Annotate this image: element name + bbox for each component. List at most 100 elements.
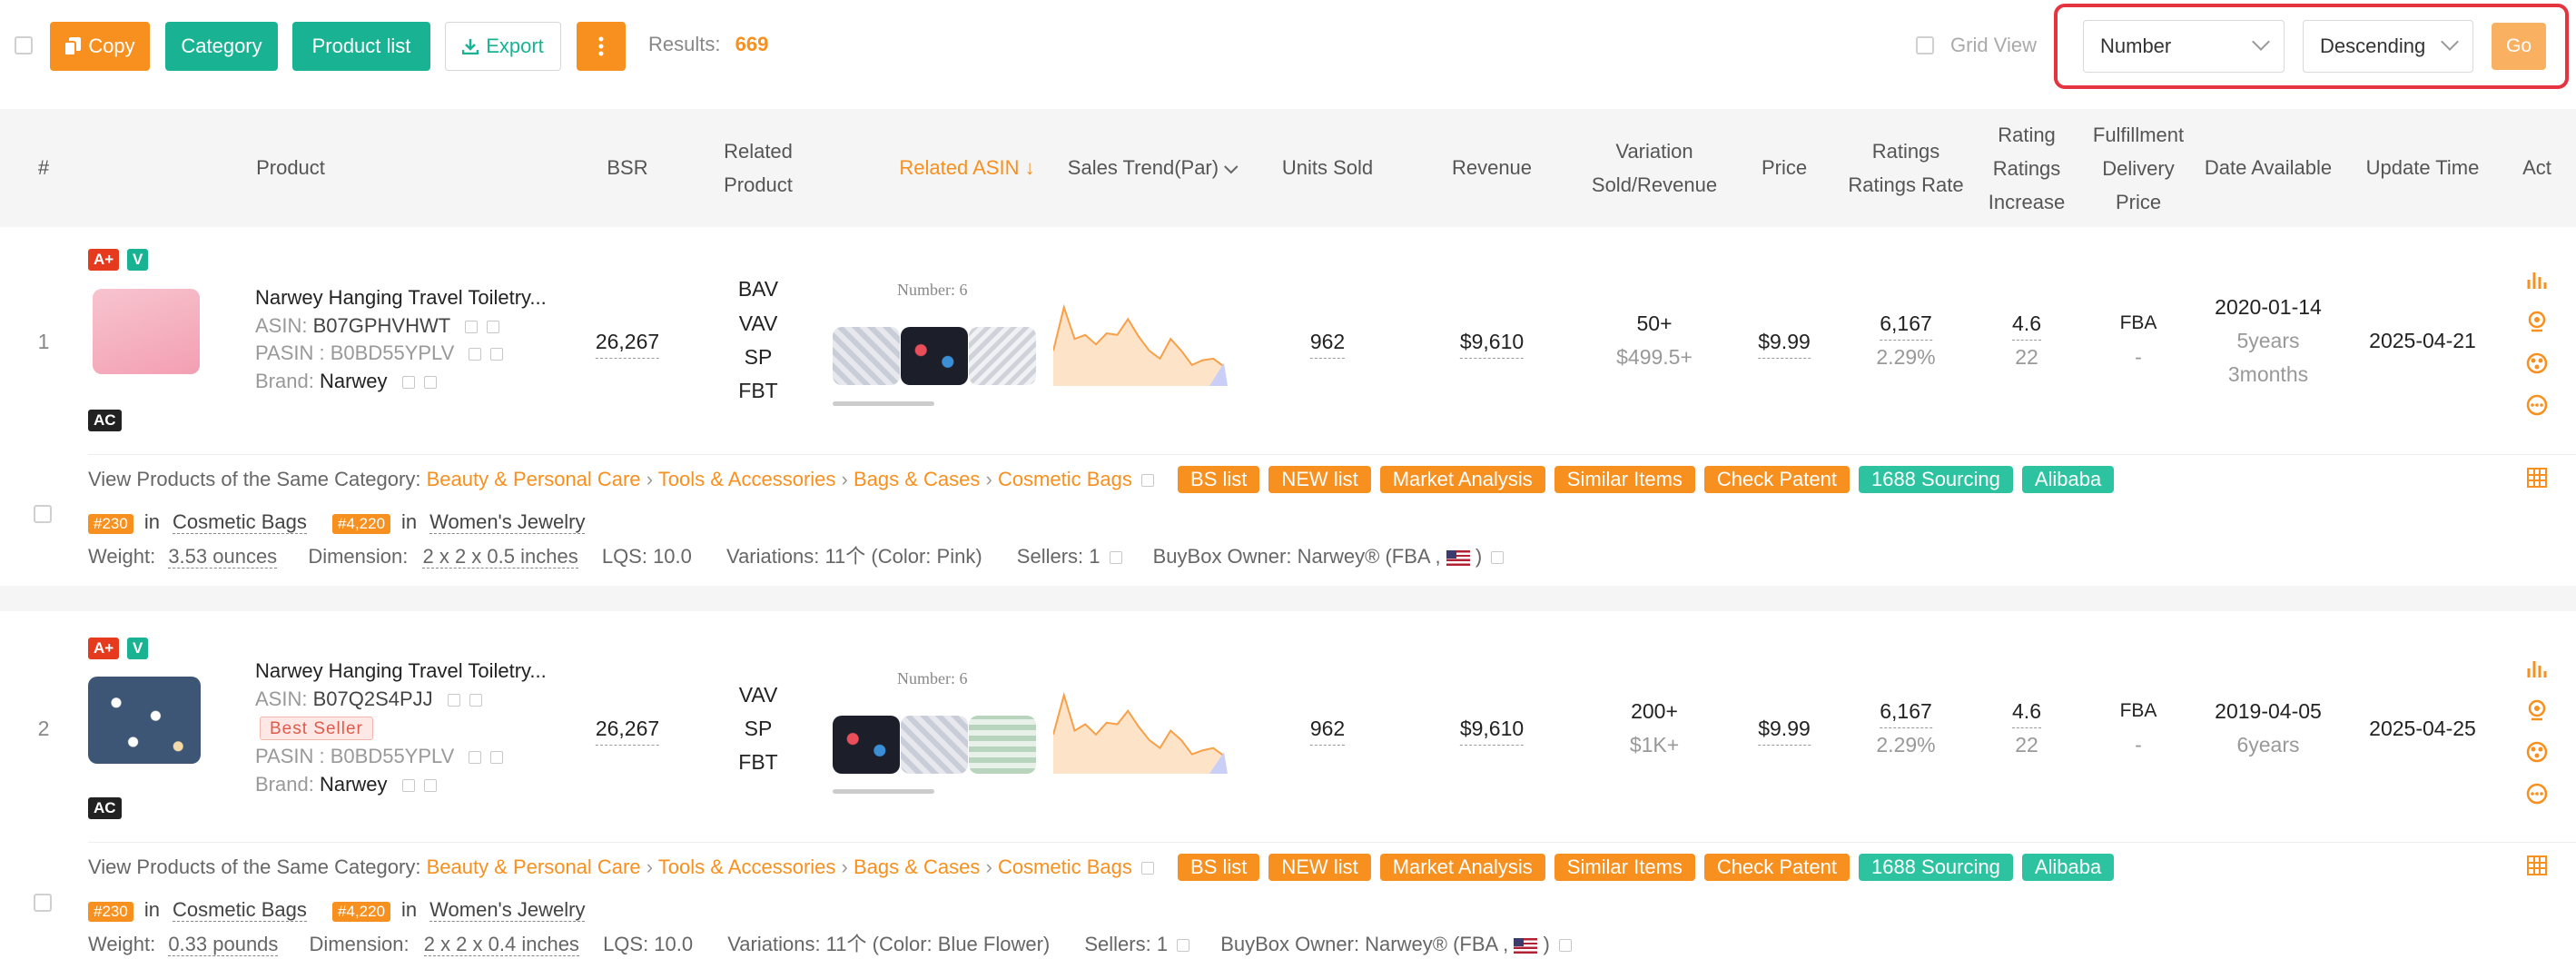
- bs-list-tag[interactable]: BS list: [1178, 854, 1260, 881]
- similar-items-tag[interactable]: Similar Items: [1554, 466, 1695, 493]
- table-icon[interactable]: [2524, 853, 2550, 878]
- bar-chart-icon[interactable]: [2524, 656, 2550, 681]
- category-crumb[interactable]: Beauty & Personal Care: [427, 855, 641, 878]
- related-asin-image[interactable]: [901, 327, 968, 385]
- category-crumb[interactable]: Cosmetic Bags: [998, 855, 1132, 878]
- related-type-fbt[interactable]: FBT: [738, 374, 777, 407]
- related-asin-image[interactable]: [969, 327, 1036, 385]
- row-checkbox[interactable]: [34, 894, 52, 912]
- related-type-sp[interactable]: SP: [745, 712, 773, 745]
- related-type-vav[interactable]: VAV: [739, 307, 778, 340]
- cluster-icon[interactable]: [2524, 351, 2550, 376]
- asin-value[interactable]: B07Q2S4PJJ: [313, 687, 433, 710]
- product-title[interactable]: Narwey Hanging Travel Toiletry...: [255, 658, 547, 685]
- rank-category[interactable]: Cosmetic Bags: [172, 510, 307, 534]
- external-link-icon[interactable]: [1177, 939, 1190, 953]
- rank-category[interactable]: Women's Jewelry: [429, 510, 586, 534]
- location-pin-icon[interactable]: [2524, 309, 2550, 334]
- external-link-icon[interactable]: [469, 694, 482, 707]
- external-link-icon[interactable]: [486, 321, 499, 334]
- more-horizontal-icon[interactable]: [2524, 781, 2550, 806]
- external-link-icon[interactable]: [1109, 551, 1122, 565]
- copy-icon[interactable]: [469, 348, 482, 361]
- check-patent-tag[interactable]: Check Patent: [1703, 854, 1850, 881]
- product-image[interactable]: [88, 677, 201, 764]
- category-crumb[interactable]: Tools & Accessories: [658, 468, 836, 490]
- alibaba-tag[interactable]: Alibaba: [2021, 854, 2115, 881]
- external-link-icon[interactable]: [1558, 939, 1572, 953]
- category-crumb[interactable]: Tools & Accessories: [658, 855, 836, 878]
- more-horizontal-icon[interactable]: [2524, 392, 2550, 418]
- export-button[interactable]: Export: [445, 22, 561, 71]
- copy-icon[interactable]: [464, 321, 478, 334]
- sourcing-1688-tag[interactable]: 1688 Sourcing: [1858, 466, 2013, 493]
- go-button[interactable]: Go: [2492, 23, 2546, 70]
- col-date-available[interactable]: Date Available: [2205, 151, 2332, 184]
- product-image[interactable]: [93, 289, 200, 374]
- cluster-icon[interactable]: [2524, 739, 2550, 765]
- new-list-tag[interactable]: NEW list: [1268, 854, 1371, 881]
- related-type-bav[interactable]: BAV: [738, 272, 778, 305]
- related-scrollbar[interactable]: [833, 789, 934, 794]
- col-sales-trend[interactable]: Sales Trend(Par): [1068, 151, 1239, 184]
- related-type-fbt[interactable]: FBT: [738, 746, 777, 778]
- copy-icon[interactable]: [447, 694, 460, 707]
- asin-value[interactable]: B07GPHVHWT: [313, 314, 450, 337]
- similar-items-tag[interactable]: Similar Items: [1554, 854, 1695, 881]
- external-link-icon[interactable]: [423, 779, 437, 793]
- product-title[interactable]: Narwey Hanging Travel Toiletry...: [255, 284, 547, 311]
- related-asin-image[interactable]: [969, 716, 1036, 774]
- new-list-tag[interactable]: NEW list: [1268, 466, 1371, 493]
- col-related-asin[interactable]: Related ASIN ↓: [899, 151, 1034, 184]
- col-revenue[interactable]: Revenue: [1452, 151, 1532, 184]
- related-scrollbar[interactable]: [833, 401, 934, 406]
- location-pin-icon[interactable]: [2524, 697, 2550, 723]
- copy-button[interactable]: Copy: [50, 22, 150, 71]
- grid-view-checkbox[interactable]: [1916, 36, 1934, 54]
- brand-value[interactable]: Narwey: [320, 370, 388, 392]
- col-price[interactable]: Price: [1762, 151, 1807, 184]
- sourcing-1688-tag[interactable]: 1688 Sourcing: [1858, 854, 2013, 881]
- sort-order-select[interactable]: Descending: [2303, 20, 2473, 73]
- pasin-value[interactable]: B0BD55YPLV: [331, 341, 455, 364]
- select-all-checkbox[interactable]: [15, 36, 33, 54]
- pasin-value[interactable]: B0BD55YPLV: [331, 745, 455, 767]
- col-product[interactable]: Product: [256, 151, 325, 184]
- rank-category[interactable]: Cosmetic Bags: [172, 898, 307, 922]
- category-crumb[interactable]: Cosmetic Bags: [998, 468, 1132, 490]
- brand-value[interactable]: Narwey: [320, 773, 388, 796]
- external-link-icon[interactable]: [1140, 862, 1154, 875]
- related-asin-image[interactable]: [833, 716, 900, 774]
- col-update-time[interactable]: Update Time: [2366, 151, 2480, 184]
- copy-icon[interactable]: [469, 751, 482, 765]
- related-type-sp[interactable]: SP: [745, 341, 773, 373]
- copy-icon[interactable]: [401, 376, 415, 390]
- sort-field-select[interactable]: Number: [2083, 20, 2285, 73]
- bar-chart-icon[interactable]: [2524, 267, 2550, 292]
- check-patent-tag[interactable]: Check Patent: [1703, 466, 1850, 493]
- external-link-icon[interactable]: [1491, 551, 1505, 565]
- category-crumb[interactable]: Beauty & Personal Care: [427, 468, 641, 490]
- external-link-icon[interactable]: [490, 751, 504, 765]
- external-link-icon[interactable]: [423, 376, 437, 390]
- category-button[interactable]: Category: [165, 22, 278, 71]
- related-type-vav[interactable]: VAV: [739, 678, 778, 711]
- market-analysis-tag[interactable]: Market Analysis: [1379, 466, 1545, 493]
- bs-list-tag[interactable]: BS list: [1178, 466, 1260, 493]
- row-checkbox[interactable]: [34, 505, 52, 523]
- market-analysis-tag[interactable]: Market Analysis: [1379, 854, 1545, 881]
- category-crumb[interactable]: Bags & Cases: [854, 855, 980, 878]
- related-asin-image[interactable]: [901, 716, 968, 774]
- copy-icon[interactable]: [401, 779, 415, 793]
- related-asin-image[interactable]: [833, 327, 900, 385]
- table-icon[interactable]: [2524, 465, 2550, 490]
- external-link-icon[interactable]: [490, 348, 504, 361]
- external-link-icon[interactable]: [1140, 474, 1154, 488]
- category-crumb[interactable]: Bags & Cases: [854, 468, 980, 490]
- more-options-button[interactable]: [577, 22, 626, 71]
- col-units-sold[interactable]: Units Sold: [1282, 151, 1373, 184]
- product-list-button[interactable]: Product list: [292, 22, 430, 71]
- col-bsr[interactable]: BSR: [607, 151, 647, 184]
- rank-category[interactable]: Women's Jewelry: [429, 898, 586, 922]
- alibaba-tag[interactable]: Alibaba: [2021, 466, 2115, 493]
